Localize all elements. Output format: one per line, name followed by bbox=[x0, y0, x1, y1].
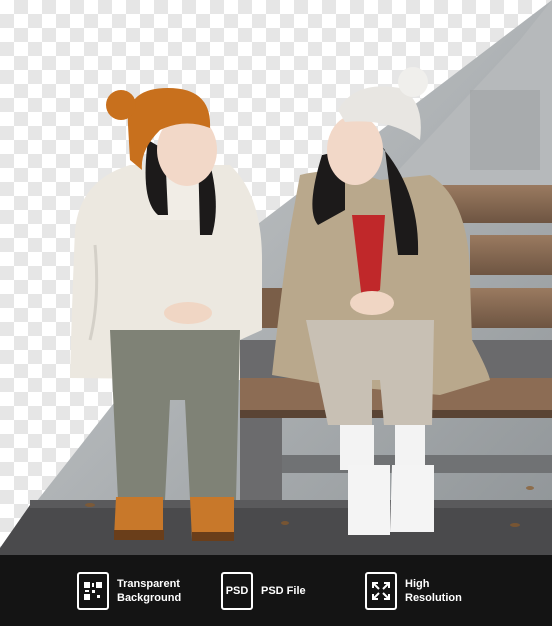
feature-transparent-background: Transparent Background bbox=[77, 571, 187, 610]
feature-psd-file: PSD PSD File bbox=[221, 571, 331, 610]
expand-icon bbox=[365, 571, 397, 610]
ground bbox=[0, 505, 552, 555]
feature-label-line2: Resolution bbox=[405, 591, 462, 604]
feature-banner: Transparent Background PSD PSD File High… bbox=[0, 555, 552, 626]
feature-high-resolution: High Resolution bbox=[365, 571, 475, 610]
photo bbox=[0, 0, 552, 555]
feature-label-line1: High bbox=[405, 577, 430, 590]
psd-icon: PSD bbox=[221, 571, 253, 610]
psd-icon-text: PSD bbox=[225, 584, 249, 597]
feature-label: PSD File bbox=[261, 584, 306, 597]
qr-icon bbox=[77, 571, 109, 610]
feature-label-line1: Transparent bbox=[117, 577, 180, 590]
feature-label-line2: Background bbox=[117, 591, 182, 604]
